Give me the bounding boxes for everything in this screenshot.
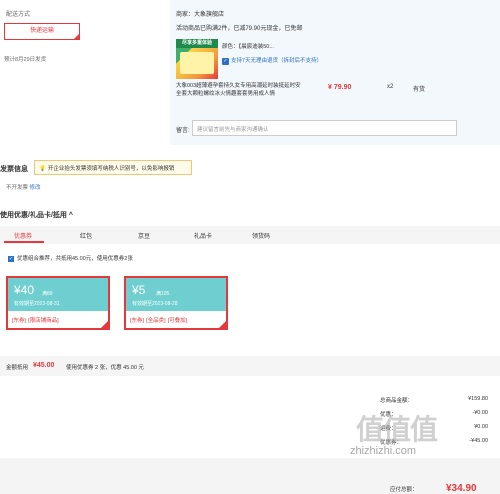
- watermark-url: zhizhizhi.com: [350, 445, 417, 457]
- coupon-tag: [可叠加]: [167, 318, 188, 324]
- coupon-tag: [限店铺商品]: [28, 318, 59, 324]
- discount-label: 金额抵用: [6, 365, 29, 371]
- product-price: ¥ 79.90: [328, 84, 352, 91]
- stock-status: 有货: [413, 87, 426, 93]
- coupon-combo-text: 优惠组合推荐，共抵用45.00元，使用优惠券2张: [17, 256, 133, 262]
- total-value: -¥45.00: [469, 438, 488, 444]
- coupon-tags: [东券] [限店铺商品]: [12, 316, 61, 324]
- total-label: 总商品金额：: [380, 398, 414, 404]
- coupon-card[interactable]: ¥5 满105 有效期至2023-08-28 [东券] [全品类] [可叠加]: [124, 276, 228, 330]
- shipping-date: 预计8月29日发货: [4, 57, 47, 63]
- merchant-name: 商家：大象旗舰店: [176, 12, 225, 18]
- coupon-tag: [东券]: [130, 318, 145, 324]
- tab-red-packet[interactable]: 红包: [80, 231, 92, 240]
- product-color: 颜色：【晨宸迪装50...: [222, 44, 274, 50]
- coupon-amount: ¥5: [132, 283, 146, 297]
- invoice-status: 不开发票: [6, 185, 29, 191]
- coupon-summary-bar: 金额抵用 ¥45.00 使用优惠券 2 张，优惠 45.00 元: [0, 356, 500, 376]
- discount-detail: 使用优惠券 2 张，优惠 45.00 元: [66, 365, 144, 371]
- discount-amount: ¥45.00: [33, 362, 55, 369]
- total-value: ¥0.00: [474, 424, 488, 430]
- tab-coupons[interactable]: 优惠券: [14, 231, 32, 240]
- selected-corner-icon: [219, 321, 226, 328]
- express-shipping-label: 快递运输: [29, 28, 54, 34]
- coupon-condition: 满105: [156, 291, 170, 297]
- invoice-tip-text: 开企业抬头发票须填写纳税人识别号，以免影响报销: [47, 166, 175, 172]
- product-name-link[interactable]: 大象003超薄避孕套持久女专用高潮延时装挺延时安全套大颗粒螺纹冰火情趣套套男用成…: [176, 82, 306, 98]
- payable-label: 应付总额：: [390, 487, 418, 493]
- tab-gift-card[interactable]: 礼品卡: [194, 231, 212, 240]
- coupon-header: ¥5 满105 有效期至2023-08-28: [126, 278, 226, 311]
- coupon-tag: [东券]: [12, 318, 27, 324]
- total-value: ¥159.80: [468, 396, 488, 402]
- thumbnail-box: [180, 52, 214, 74]
- invoice-status-row: 不开发票 修改: [6, 183, 41, 191]
- coupon-combo-row[interactable]: ✓ 优惠组合推荐，共抵用45.00元，使用优惠券2张: [8, 254, 133, 262]
- promo-text: 活动商品已购满2件，已减79.90元现金，已免邮: [176, 26, 303, 32]
- selected-corner-icon: [74, 34, 79, 39]
- lightbulb-icon: 💡: [39, 166, 46, 172]
- product-thumbnail[interactable]: 尽享多重体验: [176, 39, 218, 79]
- active-tab-indicator: [4, 241, 44, 243]
- payable-amount: ¥34.90: [446, 483, 477, 494]
- invoice-tip: 💡 开企业抬头发票须填写纳税人识别号，以免影响报销: [34, 160, 192, 175]
- shipping-title: 配送方式: [6, 12, 31, 18]
- coupon-tabs: 优惠券 红包 京豆 礼品卡 领货码: [0, 226, 500, 244]
- coupon-section-title[interactable]: 使用优惠/礼品卡/抵用 ^: [0, 210, 73, 220]
- payment-bar: 应付总额： ¥34.90: [0, 458, 500, 494]
- shield-check-icon: ✓: [222, 58, 229, 65]
- checkbox-checked-icon[interactable]: ✓: [8, 255, 14, 262]
- coupon-header: ¥40 满89 有效期至2023-08-31: [8, 278, 108, 311]
- product-quantity: x2: [387, 84, 394, 90]
- guarantee-text: 支持7天无理由退货（拆封后不支持）: [231, 58, 323, 64]
- coupon-card[interactable]: ¥40 满89 有效期至2023-08-31 [东券] [限店铺商品]: [6, 276, 110, 330]
- total-value: -¥0.00: [472, 410, 488, 416]
- tab-redeem-code[interactable]: 领货码: [252, 231, 270, 240]
- return-guarantee: ✓ 支持7天无理由退货（拆封后不支持）: [222, 56, 322, 65]
- selected-corner-icon: [101, 321, 108, 328]
- coupon-amount: ¥40: [14, 283, 35, 297]
- coupon-validity: 有效期至2023-08-31: [14, 301, 60, 307]
- express-shipping-button[interactable]: 快递运输: [4, 23, 80, 40]
- note-input[interactable]: 建议留言前先与商家沟通确认: [192, 120, 457, 136]
- coupon-tag: [全品类]: [146, 318, 166, 324]
- tab-jingdou[interactable]: 京豆: [138, 231, 150, 240]
- note-label: 留言:: [176, 128, 190, 134]
- coupon-condition: 满89: [42, 291, 53, 297]
- watermark-logo: 值值值: [356, 414, 438, 445]
- invoice-title: 发票信息: [0, 166, 28, 173]
- coupon-tags: [东券] [全品类] [可叠加]: [130, 316, 189, 324]
- invoice-edit-link[interactable]: 修改: [30, 185, 41, 191]
- coupon-validity: 有效期至2023-08-28: [132, 301, 178, 307]
- thumbnail-banner: 尽享多重体验: [176, 39, 218, 48]
